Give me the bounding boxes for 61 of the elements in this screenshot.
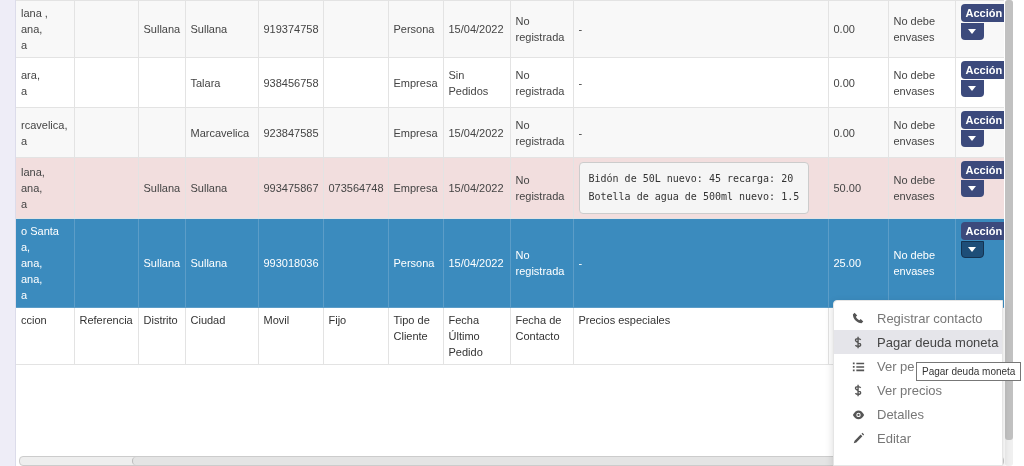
table-cell-text: Sullana xyxy=(190,22,228,37)
table-cell-text: Sullana xyxy=(190,181,228,196)
table-cell-text: Empresa xyxy=(393,125,438,141)
table-cell-text: 50.00 xyxy=(833,181,862,196)
table-cell-text: No registrada xyxy=(515,14,566,45)
column-header: Fecha de Contacto xyxy=(515,313,563,344)
table-cell-text: Sullana xyxy=(143,181,181,196)
table-cell-text: No registrada xyxy=(515,173,566,204)
table-cell-text: 15/04/2022 xyxy=(448,181,504,196)
table-cell-text: ara, a xyxy=(21,67,40,99)
table-cell-text: Empresa xyxy=(393,181,438,196)
table-cell-text: No debe envases xyxy=(893,173,937,204)
table-cell-text: 919374758 xyxy=(263,22,319,37)
table-cell-text: - xyxy=(578,75,583,91)
table-cell-text: No registrada xyxy=(515,117,566,149)
table-cell-text: No debe envases xyxy=(893,248,937,279)
table-cell-text: No debe envases xyxy=(893,117,937,149)
table-cell-text: 0.00 xyxy=(833,75,855,91)
table-cell-text: 0.00 xyxy=(833,22,855,37)
column-header: Referencia xyxy=(79,313,133,328)
table-cell-text: 15/04/2022 xyxy=(448,125,504,141)
table-cell-text: No registrada xyxy=(515,67,566,99)
table-cell-text: rcavelica, a xyxy=(21,117,68,149)
table-cell-text: Empresa xyxy=(393,75,438,91)
table-cell-text: Sullana xyxy=(190,256,228,271)
table-cell-text: - xyxy=(578,125,583,141)
table-cell-text: 993475867 xyxy=(263,181,319,196)
table-cell-text: 993018036 xyxy=(263,256,319,271)
column-header: Fecha Último Pedido xyxy=(448,313,484,360)
table-cell-text: 923847585 xyxy=(263,125,319,141)
table-cell-text: 15/04/2022 xyxy=(448,256,504,271)
table-cell-text: Talara xyxy=(190,75,221,91)
table-cell-text: 15/04/2022 xyxy=(448,22,504,37)
price-line: Botella de agua de 500ml nuevo: 1.5 xyxy=(588,190,800,204)
price-line: Bidón de 50L nuevo: 45 recarga: 20 xyxy=(588,172,795,186)
table-cell-text: - xyxy=(578,22,583,37)
table-cell-text: lana , ana, a xyxy=(21,6,48,53)
table-cell-text: No debe envases xyxy=(893,67,937,99)
table-cell-text: Persona xyxy=(393,22,435,37)
table-cell-text: 073564748 xyxy=(328,181,384,196)
table-cell-text: - xyxy=(578,256,583,271)
table-cell-text: Sullana xyxy=(143,256,181,271)
column-header: Fijo xyxy=(328,313,347,328)
table-cell-text: No registrada xyxy=(515,248,566,279)
column-header: ccion xyxy=(21,313,47,328)
column-header: Tipo de Cliente xyxy=(393,313,431,344)
table-cell-text: o Santa a, ana, ana, a xyxy=(21,224,59,303)
table-cell-text: Sin Pedidos xyxy=(448,67,490,99)
column-header: Ciudad xyxy=(190,313,226,328)
column-header: Precios especiales xyxy=(578,313,671,328)
column-header: Distrito xyxy=(143,313,178,328)
column-header: Movil xyxy=(263,313,290,328)
table-cell-text: Sullana xyxy=(143,22,181,37)
table-cell-text: lana, ana, a xyxy=(21,165,45,212)
table-cell-text: 938456758 xyxy=(263,75,319,91)
tooltip: Pagar deuda moneta xyxy=(916,362,1022,381)
table-cell-text: 0.00 xyxy=(833,125,855,141)
table-cell-text: No debe envases xyxy=(893,14,937,45)
table-cell-text: 25.00 xyxy=(833,256,862,271)
table-cell-text: Persona xyxy=(393,256,435,271)
table-cell-text: Marcavelica xyxy=(190,125,250,141)
